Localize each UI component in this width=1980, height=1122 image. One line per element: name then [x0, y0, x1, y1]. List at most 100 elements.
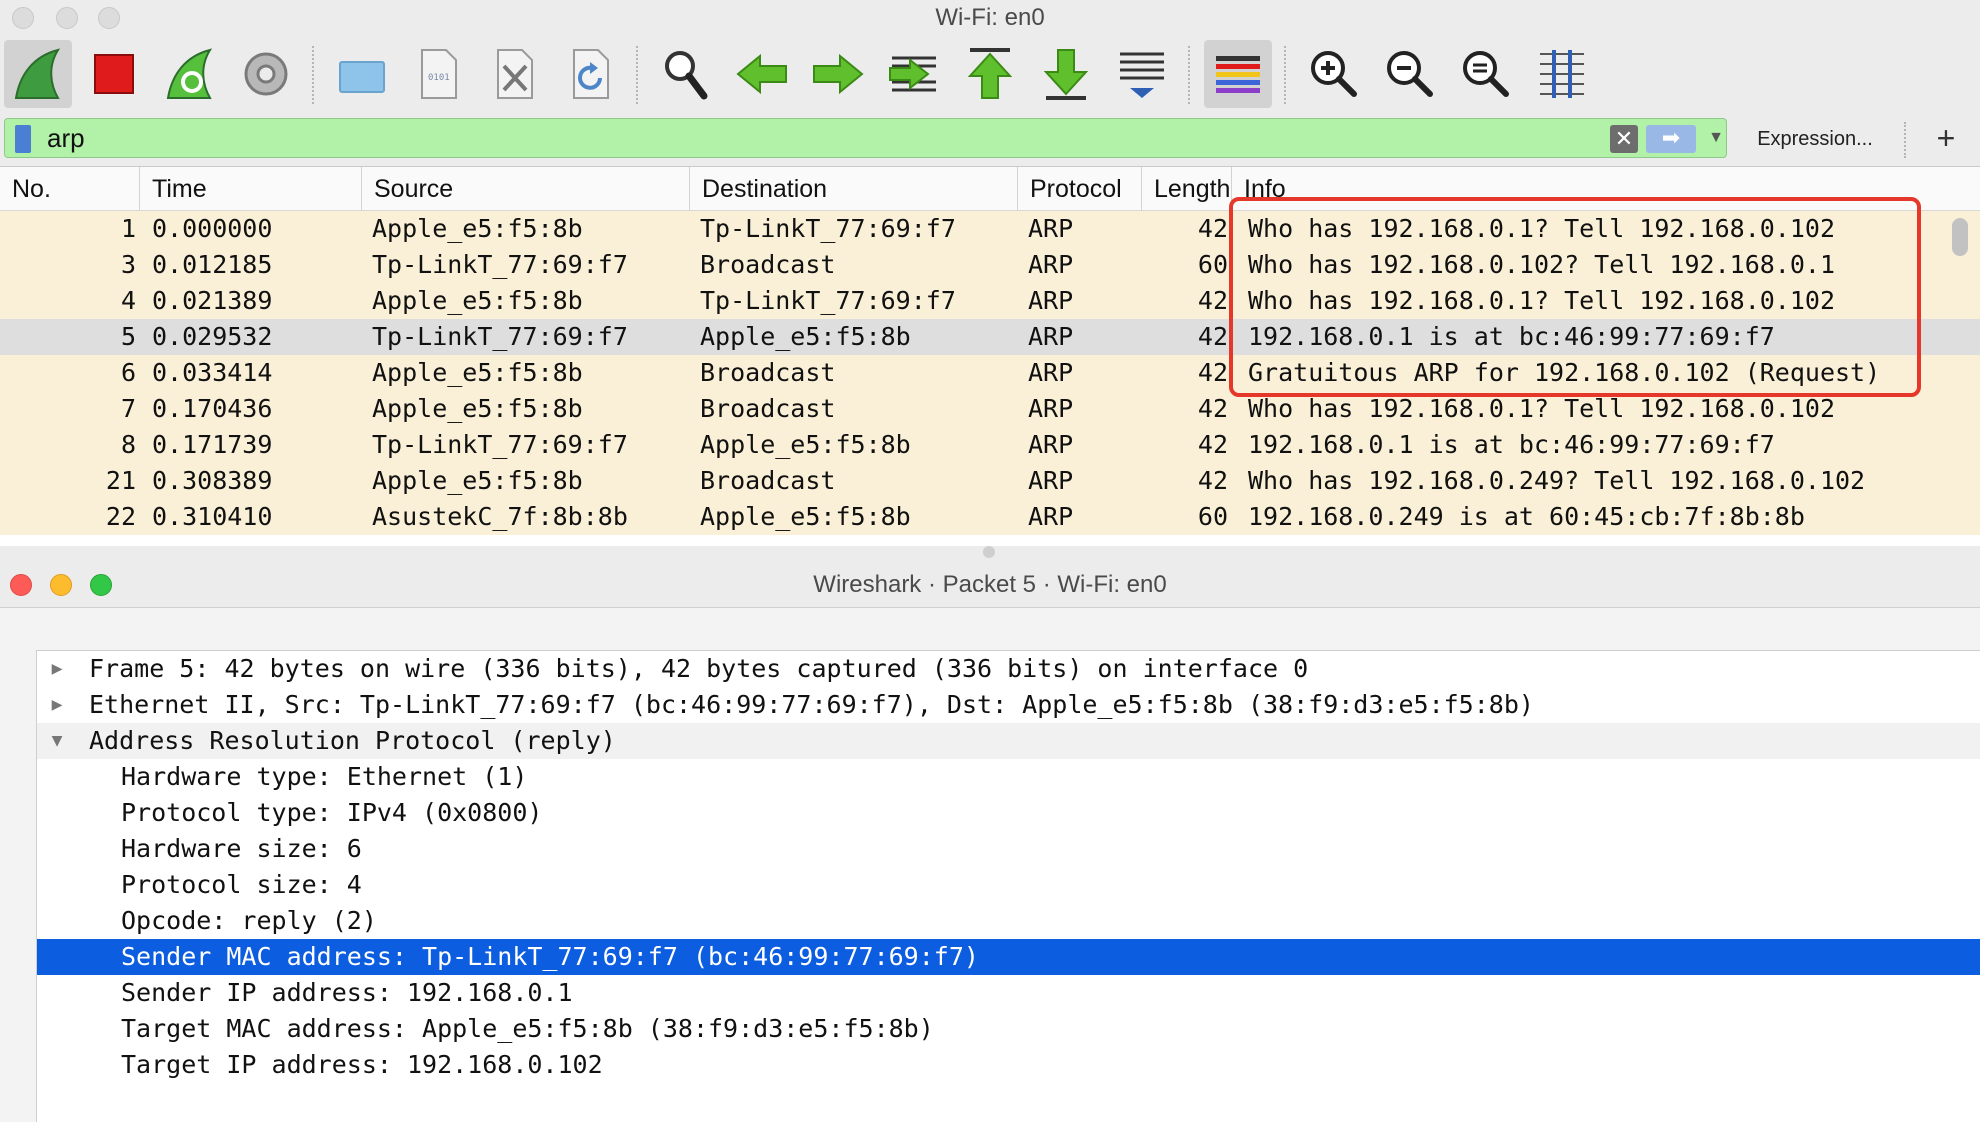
- minimize-window-icon[interactable]: [56, 7, 78, 29]
- start-capture-button[interactable]: [4, 40, 72, 108]
- detail-tree-item[interactable]: ▶ Frame 5: 42 bytes on wire (336 bits), 4…: [37, 651, 1980, 687]
- packet-row[interactable]: 5 0.029532 Tp-LinkT_77:69:f7 Apple_e5:f5:8b…: [0, 319, 1980, 355]
- packet-row[interactable]: 6 0.033414 Apple_e5:f5:8b Broadcast ARP 42 Gra…: [0, 355, 1980, 391]
- detail-tree-item[interactable]: Hardware type: Ethernet (1): [37, 759, 1980, 795]
- restart-capture-button[interactable]: [156, 40, 224, 108]
- stop-capture-icon: [94, 54, 134, 94]
- packet-row[interactable]: 3 0.012185 Tp-LinkT_77:69:f7 Broadcast ARP 60…: [0, 247, 1980, 283]
- display-filter-input[interactable]: [47, 121, 1597, 155]
- disclosure-collapsed-icon[interactable]: ▶: [45, 651, 69, 687]
- column-header-time[interactable]: Time: [140, 167, 362, 211]
- disclosure-collapsed-icon[interactable]: ▶: [45, 687, 69, 723]
- expression-button[interactable]: Expression...: [1740, 122, 1890, 156]
- packet-info: Gratuitous ARP for 192.168.0.102 (Reques…: [1248, 358, 1881, 387]
- disclosure-expanded-icon[interactable]: ▼: [45, 723, 69, 759]
- packet-time: 0.021389: [152, 286, 273, 315]
- packet-source: Apple_e5:f5:8b: [372, 394, 583, 423]
- packet-no: 1: [120, 214, 136, 243]
- go-to-packet-button[interactable]: [880, 40, 948, 108]
- apply-filter-icon[interactable]: ➡: [1646, 125, 1696, 153]
- packet-time: 0.171739: [152, 430, 273, 459]
- add-filter-button[interactable]: +: [1928, 120, 1964, 156]
- bookmark-icon[interactable]: [15, 125, 31, 153]
- packet-length: 42: [1197, 358, 1228, 387]
- packet-row[interactable]: 22 0.310410 AsustekC_7f:8b:8b Apple_e5:f5:8…: [0, 499, 1980, 535]
- packet-detail-tree[interactable]: ▶ Frame 5: 42 bytes on wire (336 bits), 4…: [36, 650, 1980, 1122]
- first-packet-button[interactable]: [956, 40, 1024, 108]
- packet-destination: Apple_e5:f5:8b: [700, 322, 911, 351]
- open-file-button[interactable]: [328, 40, 396, 108]
- last-packet-button[interactable]: [1032, 40, 1100, 108]
- stop-capture-button[interactable]: [80, 40, 148, 108]
- detail-tree-item[interactable]: ▶ Ethernet II, Src: Tp-LinkT_77:69:f7 (bc…: [37, 687, 1980, 723]
- column-header-destination[interactable]: Destination: [690, 167, 1018, 211]
- packet-source: Apple_e5:f5:8b: [372, 214, 583, 243]
- column-header-length[interactable]: Length: [1142, 167, 1232, 211]
- packet-row[interactable]: 4 0.021389 Apple_e5:f5:8b Tp-LinkT_77:69:f7…: [0, 283, 1980, 319]
- zoom-window-icon[interactable]: [98, 7, 120, 29]
- packet-row[interactable]: 7 0.170436 Apple_e5:f5:8b Broadcast ARP 42 Who…: [0, 391, 1980, 427]
- go-back-button[interactable]: [728, 40, 796, 108]
- packet-info: Who has 192.168.0.1? Tell 192.168.0.102: [1248, 286, 1835, 315]
- detail-tree-item[interactable]: Opcode: reply (2): [37, 903, 1980, 939]
- detail-tree-label: Ethernet II, Src: Tp-LinkT_77:69:f7 (bc:…: [89, 690, 1534, 719]
- packet-info: 192.168.0.1 is at bc:46:99:77:69:f7: [1248, 322, 1775, 351]
- packet-no: 3: [120, 250, 136, 279]
- detail-tree-item[interactable]: Target MAC address: Apple_e5:f5:8b (38:f…: [37, 1011, 1980, 1047]
- packet-destination: Broadcast: [700, 466, 836, 495]
- resize-columns-button[interactable]: [1528, 40, 1596, 108]
- capture-options-button[interactable]: [232, 40, 300, 108]
- packet-no: 6: [120, 358, 136, 387]
- detail-tree-item[interactable]: Sender IP address: 192.168.0.1: [37, 975, 1980, 1011]
- zoom-in-button[interactable]: [1300, 40, 1368, 108]
- last-packet-icon: [1043, 49, 1089, 100]
- packet-destination: Broadcast: [700, 394, 836, 423]
- packet-source: Tp-LinkT_77:69:f7: [372, 430, 628, 459]
- detail-tree-item[interactable]: Protocol type: IPv4 (0x0800): [37, 795, 1980, 831]
- detail-tree-item[interactable]: Hardware size: 6: [37, 831, 1980, 867]
- detail-tree-label: Sender IP address: 192.168.0.1: [121, 978, 573, 1007]
- packet-length: 42: [1197, 430, 1228, 459]
- auto-scroll-icon: [1120, 52, 1164, 98]
- detail-title-bar: Wireshark · Packet 5 · Wi-Fi: en0: [0, 562, 1980, 608]
- column-header-protocol[interactable]: Protocol: [1018, 167, 1142, 211]
- column-header-no[interactable]: No.: [0, 167, 140, 211]
- pane-splitter-handle[interactable]: [983, 546, 995, 558]
- filter-history-chevron-down-icon[interactable]: ▼: [1705, 123, 1727, 153]
- save-file-icon: 0101: [421, 49, 457, 99]
- reload-file-button[interactable]: [556, 40, 624, 108]
- column-header-info[interactable]: Info: [1232, 167, 1980, 211]
- packet-row[interactable]: 8 0.171739 Tp-LinkT_77:69:f7 Apple_e5:f5:8b…: [0, 427, 1980, 463]
- packet-list-scrollbar[interactable]: [1952, 218, 1968, 256]
- packet-info: Who has 192.168.0.249? Tell 192.168.0.10…: [1248, 466, 1866, 495]
- zoom-in-icon: [1311, 51, 1357, 97]
- column-header-source[interactable]: Source: [362, 167, 690, 211]
- normal-size-button[interactable]: [1452, 40, 1520, 108]
- packet-row[interactable]: 21 0.308389 Apple_e5:f5:8b Broadcast ARP 42 Wh…: [0, 463, 1980, 499]
- save-file-button[interactable]: 0101: [404, 40, 472, 108]
- toolbar-separator: [1284, 46, 1286, 104]
- clear-filter-icon[interactable]: ✕: [1610, 125, 1638, 153]
- go-forward-button[interactable]: [804, 40, 872, 108]
- packet-protocol: ARP: [1028, 214, 1074, 243]
- detail-tree-item[interactable]: Target IP address: 192.168.0.102: [37, 1047, 1980, 1083]
- go-to-packet-icon: [889, 56, 936, 92]
- close-window-icon[interactable]: [12, 7, 34, 29]
- zoom-out-button[interactable]: [1376, 40, 1444, 108]
- packet-row[interactable]: 1 0.000000 Apple_e5:f5:8b Tp-LinkT_77:69:f7…: [0, 211, 1980, 247]
- detail-tree-item[interactable]: Sender MAC address: Tp-LinkT_77:69:f7 (b…: [37, 939, 1980, 975]
- find-packet-button[interactable]: [652, 40, 720, 108]
- packet-time: 0.029532: [152, 322, 273, 351]
- packet-list[interactable]: No. Time Source Destination Protocol Len…: [0, 166, 1980, 546]
- minimize-window-icon[interactable]: [50, 574, 72, 596]
- zoom-window-icon[interactable]: [90, 574, 112, 596]
- close-file-button[interactable]: [480, 40, 548, 108]
- detail-tree-item[interactable]: Protocol size: 4: [37, 867, 1980, 903]
- toolbar-separator: [312, 46, 314, 104]
- close-window-icon[interactable]: [10, 574, 32, 596]
- detail-tree-item[interactable]: ▼ Address Resolution Protocol (reply): [37, 723, 1980, 759]
- packet-destination: Broadcast: [700, 250, 836, 279]
- find-packet-icon: [665, 51, 708, 100]
- colorize-button[interactable]: [1204, 40, 1272, 108]
- auto-scroll-button[interactable]: [1108, 40, 1176, 108]
